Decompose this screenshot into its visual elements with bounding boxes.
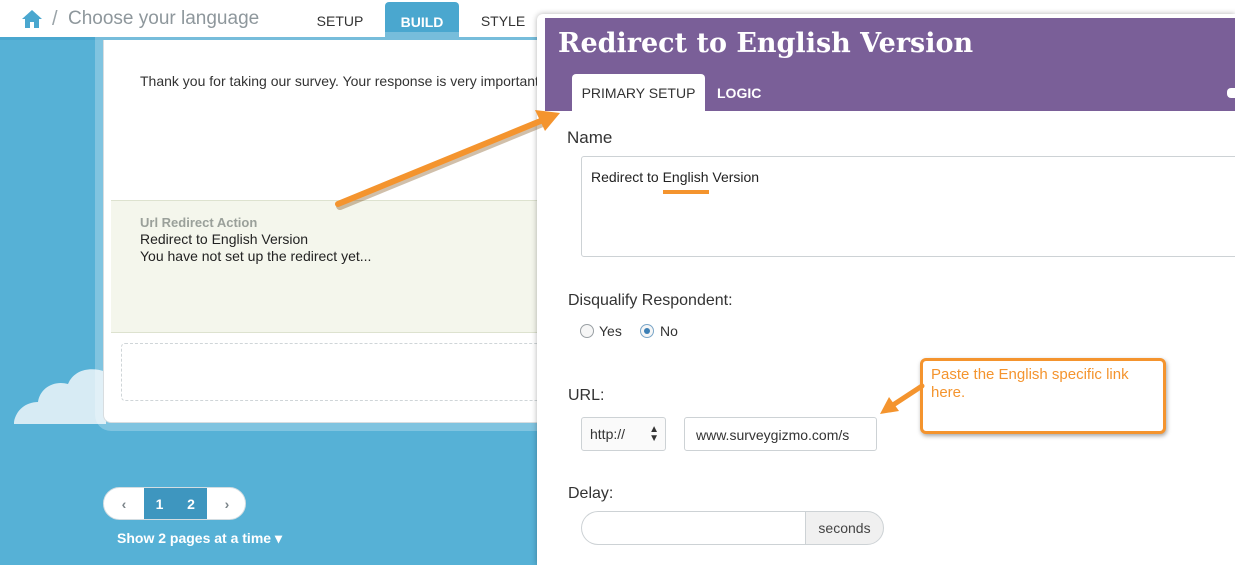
next-page-button[interactable]: › [207,488,245,519]
url-redirect-action[interactable]: Url Redirect Action Redirect to English … [111,200,564,333]
pagination: ‹ 1 2 › [103,487,246,520]
header-handle [1227,88,1235,98]
cloud-decoration [14,369,106,424]
delay-input[interactable] [581,511,806,545]
drop-zone[interactable] [121,343,561,401]
breadcrumb-separator: / [52,8,58,30]
annotation-callout: Paste the English specific link here. [920,358,1166,434]
disqualify-yes-radio[interactable] [580,324,594,338]
modal-title: Redirect to English Version [558,28,974,59]
disqualify-label: Disqualify Respondent: [568,292,733,309]
page-1-button[interactable]: 1 [144,488,175,519]
name-field-value: Redirect to English Version [591,169,760,185]
name-label: Name [567,128,613,147]
tab-setup[interactable]: SETUP [312,13,368,29]
highlight-underline [663,190,709,194]
show-pages-dropdown[interactable]: Show 2 pages at a time ▾ [117,530,282,547]
delay-label: Delay: [568,485,614,502]
disqualify-no-label: No [660,323,678,339]
page-2-button[interactable]: 2 [175,488,207,519]
redirect-action-modal: Redirect to English Version PRIMARY SETU… [537,14,1235,565]
url-label: URL: [568,387,605,404]
tab-style[interactable]: STYLE [476,13,530,29]
survey-page: Thank you for taking our survey. Your re… [103,40,564,423]
protocol-select[interactable]: http:// ▲ ▼ [581,417,666,451]
home-icon[interactable] [21,9,43,29]
page-title: Choose your language [68,8,260,29]
protocol-value: http:// [590,426,626,442]
modal-header: Redirect to English Version PRIMARY SETU… [545,18,1235,112]
prev-page-button[interactable]: ‹ [104,488,144,519]
action-type-label: Url Redirect Action [140,215,258,230]
disqualify-no-radio[interactable] [640,324,654,338]
action-name: Redirect to English Version [140,231,309,247]
name-field[interactable]: Redirect to English Version [581,156,1235,257]
thank-you-text: Thank you for taking our survey. Your re… [140,73,539,89]
url-input[interactable]: www.surveygizmo.com/s [684,417,877,451]
tab-primary-setup[interactable]: PRIMARY SETUP [572,74,705,112]
delay-unit-label: seconds [805,511,884,545]
action-status: You have not set up the redirect yet... [140,248,372,264]
disqualify-yes-label: Yes [599,323,622,339]
tab-logic[interactable]: LOGIC [717,74,761,112]
select-arrows-icon: ▲ ▼ [649,424,659,444]
tab-build[interactable]: BUILD [385,2,459,40]
